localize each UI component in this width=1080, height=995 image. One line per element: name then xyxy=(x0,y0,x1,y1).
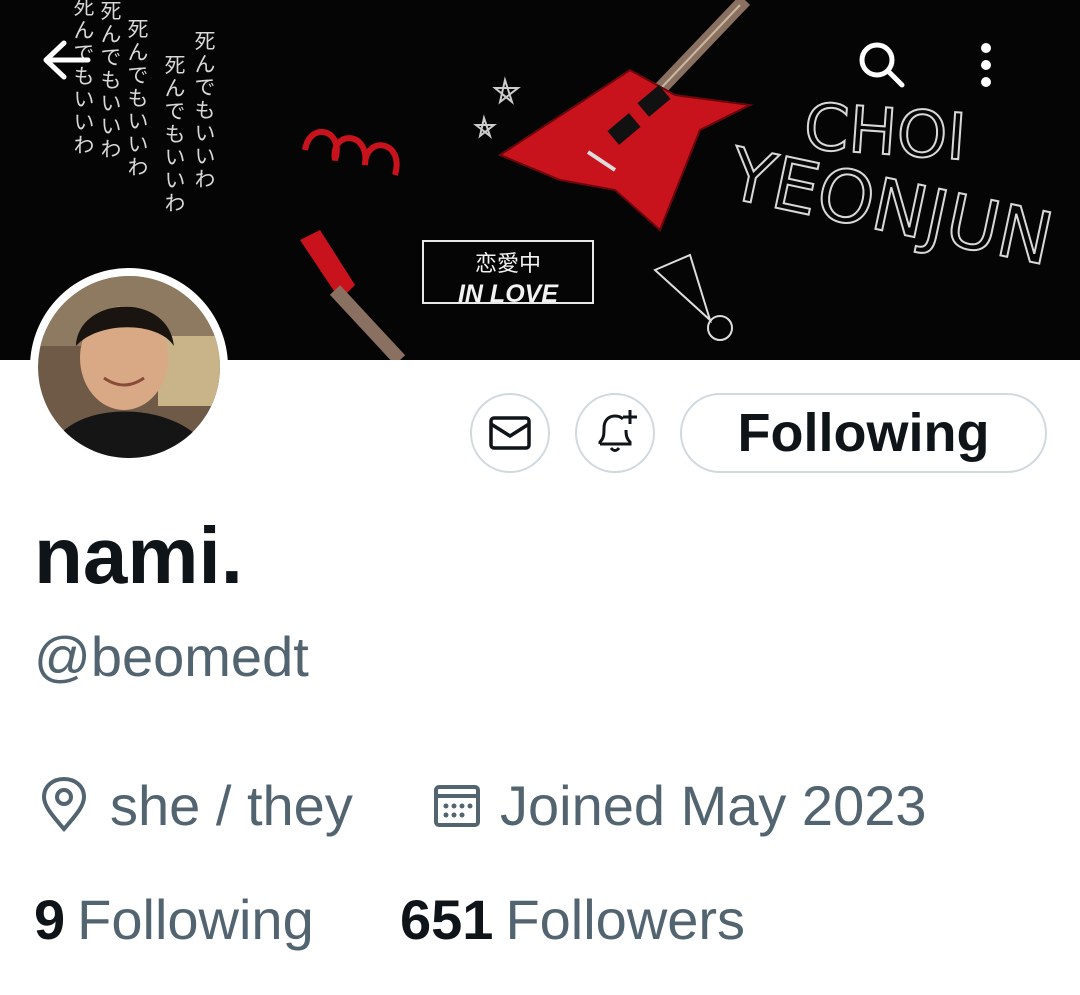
banner-jp-text: 死んでもいいわ xyxy=(192,30,216,191)
followers-count: 651 xyxy=(400,887,494,951)
user-handle: @beomedt xyxy=(34,625,309,688)
guitar-neck-illustration xyxy=(300,230,406,360)
in-love-en: IN LOVE xyxy=(457,280,558,308)
envelope-icon xyxy=(489,416,531,450)
following-button[interactable]: Following xyxy=(680,393,1047,473)
banner-jp-text: 死んでもいいわ xyxy=(125,18,149,179)
joined-text: Joined May 2023 xyxy=(500,773,927,837)
following-count: 9 xyxy=(34,887,66,951)
more-button[interactable] xyxy=(976,38,1046,108)
following-label: Following xyxy=(77,887,314,951)
following-stat[interactable]: 9 Following xyxy=(34,884,314,954)
avatar[interactable] xyxy=(30,268,228,466)
back-button[interactable] xyxy=(40,38,110,108)
more-vertical-icon xyxy=(981,43,991,87)
location-info: she / they xyxy=(38,770,353,840)
in-love-jp: 恋愛中 xyxy=(474,252,541,277)
banner-jp-text: 死んでもいいわ xyxy=(162,54,186,215)
guitar-illustration xyxy=(497,0,754,232)
avatar-image xyxy=(38,276,220,458)
search-button[interactable] xyxy=(855,38,925,108)
joined-info: Joined May 2023 xyxy=(432,770,927,840)
location-text: she / they xyxy=(110,773,353,837)
message-button[interactable] xyxy=(470,393,550,473)
display-name: nami. xyxy=(34,511,243,600)
followers-label: Followers xyxy=(505,887,746,951)
bell-plus-icon xyxy=(598,410,637,452)
notifications-button[interactable] xyxy=(575,393,655,473)
location-pin-icon xyxy=(41,777,87,833)
in-love-label: 恋愛中 IN LOVE xyxy=(422,240,594,308)
search-icon xyxy=(859,42,905,88)
calendar-icon xyxy=(434,785,480,827)
back-arrow-icon xyxy=(43,40,91,80)
followers-stat[interactable]: 651 Followers xyxy=(400,884,745,954)
